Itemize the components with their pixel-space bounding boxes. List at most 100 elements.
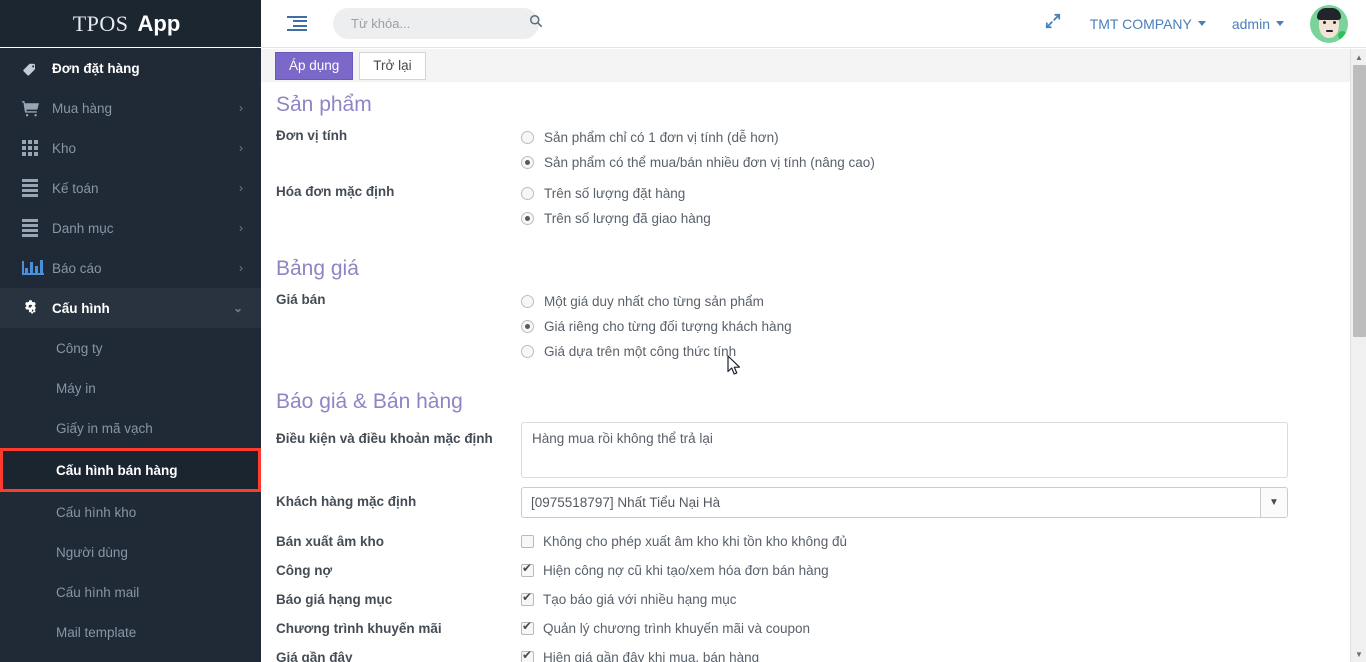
apply-button[interactable]: Áp dụng	[275, 51, 354, 80]
sidebar-subitem-label: Công ty	[56, 340, 103, 356]
sidebar-item-label: Kho	[52, 140, 77, 156]
list-icon	[22, 219, 52, 237]
setting-label: Giá bán	[276, 292, 326, 307]
checkbox-indicator-checked[interactable]	[521, 649, 534, 662]
checkbox-indicator-checked[interactable]	[521, 591, 534, 606]
sidebar-item-kho[interactable]: Kho ›	[0, 128, 261, 168]
sidebar-subitem-cau-hinh-kho[interactable]: Cấu hình kho	[0, 492, 261, 532]
checkbox-label: Không cho phép xuất âm kho khi tồn kho k…	[543, 534, 847, 549]
search-icon[interactable]	[529, 14, 543, 33]
checkbox-label: Tạo báo giá với nhiều hạng mục	[543, 592, 737, 607]
radio-label: Giá riêng cho từng đối tượng khách hàng	[544, 319, 792, 334]
sidebar-subitem-nguoi-dung[interactable]: Người dùng	[0, 532, 261, 572]
chevron-down-icon[interactable]: ▼	[1260, 488, 1287, 517]
settings-content: Sản phẩm Đơn vị tính Sản phẩm chỉ có 1 đ…	[261, 82, 1350, 662]
section-title-san-pham: Sản phẩm	[276, 93, 372, 116]
sidebar-subitem-may-in[interactable]: Máy in	[0, 368, 261, 408]
sidebar-item-mua-hang[interactable]: Mua hàng ›	[0, 88, 261, 128]
brand-logo[interactable]: TPOS App	[0, 0, 261, 48]
radio-indicator-selected[interactable]	[521, 156, 534, 169]
radio-option[interactable]: Sản phẩm chỉ có 1 đơn vị tính (dễ hơn)	[521, 125, 1350, 150]
radio-indicator-selected[interactable]	[521, 212, 534, 225]
radio-option[interactable]: Trên số lượng đã giao hàng	[521, 206, 1350, 231]
sidebar-item-cau-hinh[interactable]: Cấu hình ⌄	[0, 288, 261, 328]
checkbox-option[interactable]: Tạo báo giá với nhiều hạng mục	[521, 590, 736, 610]
radio-label: Trên số lượng đã giao hàng	[544, 211, 711, 226]
sidebar-item-don-dat-hang[interactable]: Đơn đặt hàng	[0, 48, 261, 88]
radio-option[interactable]: Một giá duy nhất cho từng sản phẩm	[521, 289, 1350, 314]
checkbox-option[interactable]: Không cho phép xuất âm kho khi tồn kho k…	[521, 532, 847, 552]
expand-icon[interactable]	[1044, 12, 1062, 35]
radio-indicator[interactable]	[521, 345, 534, 358]
company-label: TMT COMPANY	[1089, 15, 1192, 32]
sidebar-item-label: Danh mục	[52, 220, 114, 236]
scrollbar-thumb[interactable]	[1353, 65, 1366, 337]
company-dropdown[interactable]: TMT COMPANY	[1090, 16, 1206, 32]
radio-group-hoa-don-mac-dinh: Trên số lượng đặt hàng Trên số lượng đã …	[521, 181, 1350, 231]
cart-icon	[22, 100, 52, 117]
user-label: admin	[1231, 15, 1270, 32]
brand-suffix: App	[137, 10, 181, 36]
setting-label: Điều kiện và điều khoản mặc định	[276, 431, 493, 446]
menu-toggle-icon[interactable]	[287, 15, 307, 32]
setting-row-gia-gan-day: Giá gần đây Hiện giá gần đây khi mua, bá…	[276, 643, 1350, 662]
scroll-down-icon[interactable]: ▼	[1351, 646, 1366, 662]
terms-textarea[interactable]	[521, 422, 1288, 478]
radio-option[interactable]: Sản phẩm có thể mua/bán nhiều đơn vị tín…	[521, 150, 1350, 175]
radio-option[interactable]: Giá riêng cho từng đối tượng khách hàng	[521, 314, 1350, 339]
status-badge	[1338, 30, 1347, 40]
search-box[interactable]	[333, 8, 543, 39]
radio-label: Giá dựa trên một công thức tính	[544, 344, 737, 359]
user-dropdown[interactable]: admin	[1232, 16, 1284, 32]
avatar[interactable]	[1310, 4, 1348, 43]
checkbox-option[interactable]: Quản lý chương trình khuyến mãi và coupo…	[521, 619, 810, 639]
top-header: TMT COMPANY admin	[261, 0, 1366, 48]
sidebar-subitem-giay-in-ma-vach[interactable]: Giấy in mã vạch	[0, 408, 261, 448]
header-right-group: TMT COMPANY admin	[1044, 4, 1366, 43]
radio-option[interactable]: Giá dựa trên một công thức tính	[521, 339, 1350, 364]
sidebar-item-label: Báo cáo	[52, 260, 102, 276]
radio-indicator-selected[interactable]	[521, 320, 534, 333]
vertical-scrollbar[interactable]: ▲ ▼	[1350, 49, 1366, 662]
back-button[interactable]: Trở lại	[359, 51, 426, 80]
search-input[interactable]	[349, 15, 529, 32]
radio-indicator[interactable]	[521, 187, 534, 200]
chevron-icon: ›	[239, 261, 243, 275]
sidebar-item-danh-muc[interactable]: Danh mục ›	[0, 208, 261, 248]
chevron-icon: ›	[239, 141, 243, 155]
setting-label: Khách hàng mặc định	[276, 494, 417, 509]
sidebar-item-ke-toan[interactable]: Kế toán ›	[0, 168, 261, 208]
radio-group-gia-ban: Một giá duy nhất cho từng sản phẩm Giá r…	[521, 289, 1350, 364]
sidebar-subitem-label: Mail template	[56, 624, 137, 640]
action-toolbar: Áp dụng Trở lại	[261, 49, 1350, 82]
sidebar-subitem-cong-ty[interactable]: Công ty	[0, 328, 261, 368]
app-root: TPOS App Đơn đặt hàng Mua hàng › Kho › K…	[0, 0, 1366, 662]
checkbox-label: Hiện công nợ cũ khi tạo/xem hóa đơn bán …	[543, 563, 829, 578]
gears-icon	[22, 299, 52, 317]
radio-indicator[interactable]	[521, 295, 534, 308]
sidebar-subitem-cau-hinh-ban-hang[interactable]: Cấu hình bán hàng	[0, 448, 261, 492]
checkbox-option[interactable]: Hiện giá gần đây khi mua, bán hàng	[521, 648, 759, 662]
chevron-down-icon	[1197, 21, 1206, 26]
setting-label: Đơn vị tính	[276, 128, 348, 143]
sidebar-subitem-label: Giấy in mã vạch	[56, 420, 153, 436]
setting-row-don-vi-tinh: Đơn vị tính Sản phẩm chỉ có 1 đơn vị tín…	[276, 125, 1350, 175]
checkbox-option[interactable]: Hiện công nợ cũ khi tạo/xem hóa đơn bán …	[521, 561, 829, 581]
chevron-down-icon: ⌄	[232, 301, 243, 315]
avatar-hair	[1317, 7, 1341, 20]
list-icon	[22, 179, 52, 197]
sidebar-item-label: Mua hàng	[52, 100, 113, 116]
sidebar-item-bao-cao[interactable]: Báo cáo ›	[0, 248, 261, 288]
radio-label: Sản phẩm chỉ có 1 đơn vị tính (dễ hơn)	[544, 130, 779, 145]
default-customer-select[interactable]: [0975518797] Nhất Tiểu Nại Hà ▼	[521, 487, 1288, 518]
setting-label: Chương trình khuyến mãi	[276, 621, 442, 636]
checkbox-indicator[interactable]	[521, 535, 534, 548]
scroll-up-icon[interactable]: ▲	[1351, 49, 1366, 65]
checkbox-indicator-checked[interactable]	[521, 562, 534, 577]
radio-indicator[interactable]	[521, 131, 534, 144]
sidebar-subitem-cau-hinh-mail[interactable]: Cấu hình mail	[0, 572, 261, 612]
checkbox-indicator-checked[interactable]	[521, 620, 534, 635]
radio-option[interactable]: Trên số lượng đặt hàng	[521, 181, 1350, 206]
checkbox-label: Quản lý chương trình khuyến mãi và coupo…	[543, 621, 811, 636]
sidebar-subitem-mail-template[interactable]: Mail template	[0, 612, 261, 652]
